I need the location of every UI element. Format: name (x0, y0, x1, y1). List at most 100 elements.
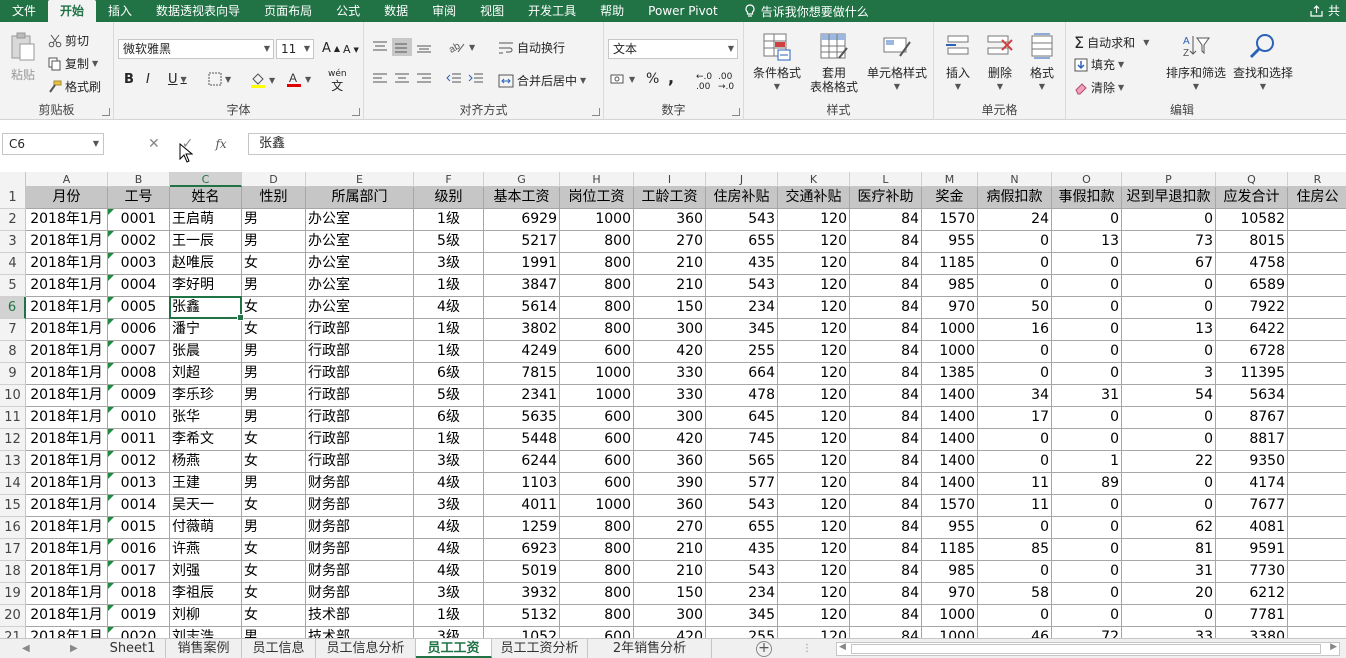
table-cell[interactable]: 84 (850, 297, 922, 319)
row-header[interactable]: 15 (0, 495, 26, 517)
table-cell[interactable]: 84 (850, 275, 922, 297)
column-header-L[interactable]: L (850, 172, 922, 187)
table-cell[interactable]: 男 (242, 231, 306, 253)
phonetic-button[interactable]: wén 文 (328, 70, 347, 93)
table-cell[interactable]: 543 (706, 209, 778, 231)
table-cell[interactable]: 1 (1052, 451, 1122, 473)
table-cell[interactable]: 8817 (1216, 429, 1288, 451)
table-cell[interactable]: 1000 (560, 363, 634, 385)
table-cell[interactable]: 10582 (1216, 209, 1288, 231)
table-header-cell[interactable]: 岗位工资 (560, 187, 634, 209)
table-cell[interactable]: 84 (850, 253, 922, 275)
table-cell[interactable]: 2018年1月 (26, 473, 108, 495)
table-cell[interactable]: 1级 (414, 209, 484, 231)
table-header-cell[interactable]: 住房公 (1288, 187, 1346, 209)
table-cell[interactable]: 行政部 (306, 319, 414, 341)
table-cell[interactable]: 2018年1月 (26, 605, 108, 627)
table-cell[interactable] (1288, 297, 1346, 319)
table-cell[interactable]: 89 (1052, 473, 1122, 495)
table-cell[interactable]: 2018年1月 (26, 429, 108, 451)
table-cell[interactable]: 270 (634, 517, 706, 539)
table-cell[interactable]: 54 (1122, 385, 1216, 407)
clipboard-launcher-icon[interactable] (102, 108, 110, 116)
tell-me-box[interactable]: 告诉我你想要做什么 (730, 3, 869, 20)
table-cell[interactable]: 543 (706, 561, 778, 583)
table-header-cell[interactable]: 迟到早退扣款 (1122, 187, 1216, 209)
table-cell[interactable]: 1103 (484, 473, 560, 495)
table-cell[interactable]: 1000 (922, 627, 978, 638)
row-header[interactable]: 13 (0, 451, 26, 473)
row-header[interactable]: 17 (0, 539, 26, 561)
table-cell[interactable]: 120 (778, 451, 850, 473)
table-cell[interactable]: 210 (634, 275, 706, 297)
table-cell[interactable]: 李乐珍 (170, 385, 242, 407)
row-header[interactable]: 6 (0, 297, 26, 319)
table-header-cell[interactable]: 工龄工资 (634, 187, 706, 209)
table-cell[interactable]: 5635 (484, 407, 560, 429)
table-cell[interactable]: 女 (242, 561, 306, 583)
conditional-formatting-button[interactable]: 条件格式 ▼ (748, 32, 806, 94)
row-header[interactable]: 11 (0, 407, 26, 429)
table-cell[interactable]: 0008 (108, 363, 170, 385)
column-header-F[interactable]: F (414, 172, 484, 187)
sort-filter-button[interactable]: AZ 排序和筛选 ▼ (1162, 32, 1230, 94)
table-cell[interactable]: 270 (634, 231, 706, 253)
table-cell[interactable]: 0010 (108, 407, 170, 429)
table-cell[interactable]: 67 (1122, 253, 1216, 275)
table-cell[interactable]: 1级 (414, 275, 484, 297)
table-cell[interactable]: 2018年1月 (26, 407, 108, 429)
table-cell[interactable]: 0 (1122, 407, 1216, 429)
table-cell[interactable]: 4758 (1216, 253, 1288, 275)
table-cell[interactable] (1288, 363, 1346, 385)
table-cell[interactable]: 985 (922, 275, 978, 297)
table-cell[interactable]: 120 (778, 319, 850, 341)
table-cell[interactable]: 0 (1052, 209, 1122, 231)
table-cell[interactable]: 2018年1月 (26, 209, 108, 231)
sheet-tab[interactable]: 员工工资分析 (492, 639, 588, 658)
table-cell[interactable]: 6728 (1216, 341, 1288, 363)
table-cell[interactable]: 2018年1月 (26, 517, 108, 539)
table-cell[interactable]: 许燕 (170, 539, 242, 561)
table-cell[interactable]: 84 (850, 605, 922, 627)
table-cell[interactable]: 男 (242, 363, 306, 385)
table-cell[interactable]: 955 (922, 517, 978, 539)
comma-button[interactable]: , (668, 68, 674, 87)
table-cell[interactable]: 刘强 (170, 561, 242, 583)
table-cell[interactable]: 张晨 (170, 341, 242, 363)
table-cell[interactable]: 2018年1月 (26, 297, 108, 319)
table-cell[interactable]: 9591 (1216, 539, 1288, 561)
table-cell[interactable]: 1052 (484, 627, 560, 638)
column-header-J[interactable]: J (706, 172, 778, 187)
column-header-C[interactable]: C (170, 172, 242, 187)
table-cell[interactable]: 财务部 (306, 561, 414, 583)
column-header-B[interactable]: B (108, 172, 170, 187)
table-cell[interactable]: 84 (850, 539, 922, 561)
table-cell[interactable]: 0015 (108, 517, 170, 539)
table-cell[interactable]: 17 (978, 407, 1052, 429)
column-header-Q[interactable]: Q (1216, 172, 1288, 187)
table-cell[interactable]: 3级 (414, 253, 484, 275)
ribbon-tab-11[interactable]: Power Pivot (636, 0, 730, 22)
decrease-indent-icon[interactable] (446, 72, 462, 86)
ribbon-tab-2[interactable]: 插入 (96, 0, 144, 22)
table-cell[interactable]: 1级 (414, 341, 484, 363)
table-cell[interactable] (1288, 385, 1346, 407)
paste-button[interactable]: 粘贴 (6, 32, 40, 82)
table-cell[interactable]: 财务部 (306, 495, 414, 517)
table-cell[interactable]: 1000 (560, 209, 634, 231)
table-cell[interactable]: 84 (850, 407, 922, 429)
table-cell[interactable]: 120 (778, 209, 850, 231)
font-name-combo[interactable]: 微软雅黑 ▼ (118, 39, 274, 59)
table-cell[interactable] (1288, 407, 1346, 429)
column-header-R[interactable]: R (1288, 172, 1346, 187)
more-options-icon[interactable]: ⋮ (802, 639, 812, 658)
table-cell[interactable]: 5614 (484, 297, 560, 319)
name-box-dropdown-icon[interactable]: ▼ (93, 134, 99, 154)
table-cell[interactable]: 1185 (922, 539, 978, 561)
table-cell[interactable]: 0 (1052, 561, 1122, 583)
table-cell[interactable]: 0016 (108, 539, 170, 561)
column-header-E[interactable]: E (306, 172, 414, 187)
table-cell[interactable]: 800 (560, 319, 634, 341)
table-cell[interactable]: 84 (850, 341, 922, 363)
table-cell[interactable]: 22 (1122, 451, 1216, 473)
